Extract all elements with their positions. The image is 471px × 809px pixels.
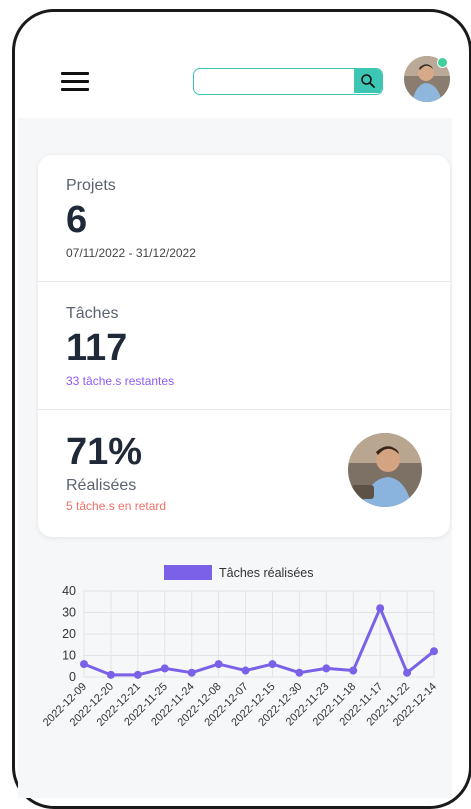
tasks-line-chart: Tâches réalisées 010203040 2022-12-09202… [41,565,439,729]
y-tick-label: 10 [62,649,76,663]
data-point [430,647,438,656]
tasks-section: Tâches 117 33 tâche.s restantes [38,305,450,388]
data-point [295,668,304,677]
data-point [322,664,331,673]
data-point [403,668,412,677]
data-point [376,604,385,613]
data-point [214,660,223,669]
search-box [193,68,383,95]
stats-card: Projets 6 07/11/2022 - 31/12/2022 Tâches… [38,155,450,537]
projects-period: 07/11/2022 - 31/12/2022 [66,246,196,260]
legend-swatch [164,565,212,580]
divider [38,281,450,282]
projects-count: 6 [66,199,88,241]
data-point [80,660,88,669]
y-tick-label: 40 [62,584,76,598]
online-status-dot [437,57,448,68]
projects-label: Projets [66,177,116,194]
legend-label: Tâches réalisées [219,566,314,580]
user-photo-icon [348,433,422,507]
data-point [160,664,169,673]
search-icon [361,74,375,88]
data-point [187,668,196,677]
data-point [241,666,250,675]
data-point [106,670,115,679]
completion-avatar [348,433,422,507]
y-tick-label: 20 [62,627,76,641]
hamburger-menu-icon[interactable] [61,72,89,92]
tasks-count: 117 [66,327,128,369]
y-tick-label: 30 [62,606,76,620]
series-line [83,606,435,677]
data-point [268,660,277,669]
y-tick-label: 0 [69,670,76,684]
projects-section: Projets 6 07/11/2022 - 31/12/2022 [38,177,450,260]
tasks-label: Tâches [66,305,119,322]
tasks-remaining: 33 tâche.s restantes [66,374,175,388]
divider [38,409,450,410]
search-button[interactable] [354,69,382,93]
data-point [133,670,142,679]
search-input[interactable] [194,69,370,93]
data-point [349,666,358,675]
